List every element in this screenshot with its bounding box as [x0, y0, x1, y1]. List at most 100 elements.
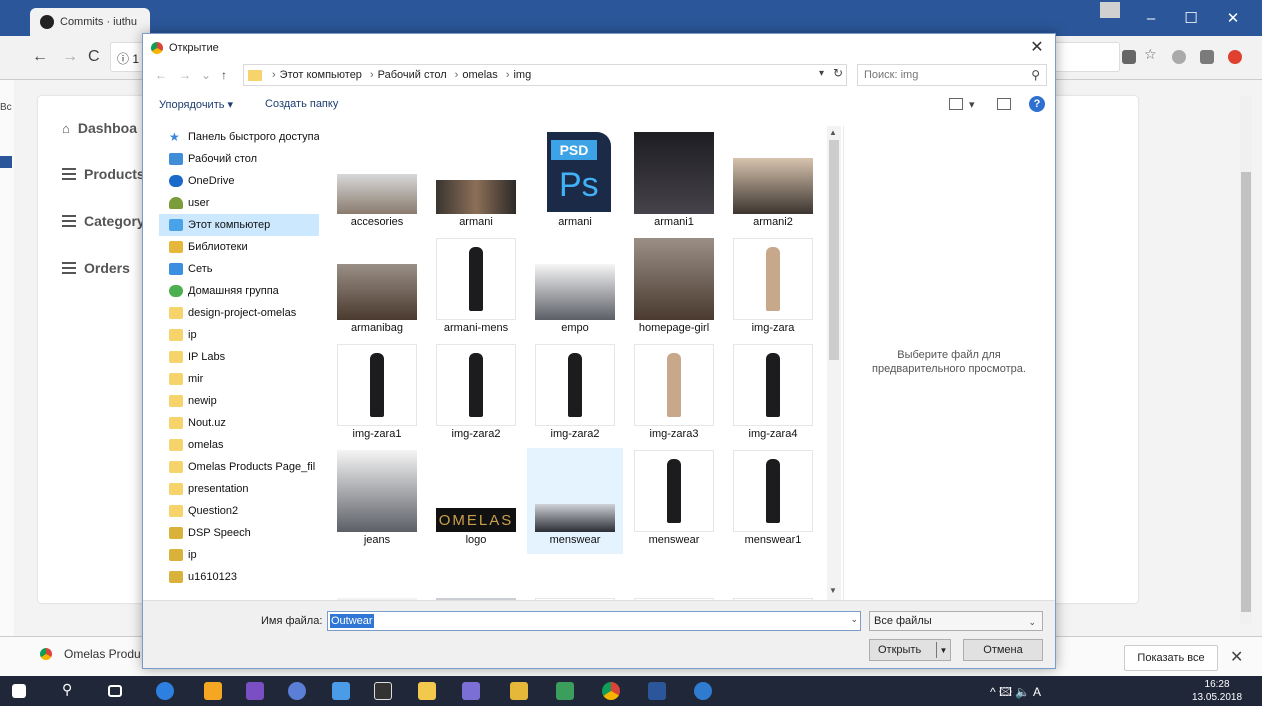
show-all-button[interactable]: Показать все [1124, 645, 1218, 671]
nav-item[interactable]: OneDrive [159, 170, 319, 192]
nav-item[interactable]: Omelas Products Page_fil [159, 456, 319, 478]
search-icon[interactable]: ⚲ [62, 681, 80, 699]
cancel-button[interactable]: Отмена [963, 639, 1043, 661]
forward-icon[interactable]: → [62, 48, 78, 66]
word-icon[interactable] [648, 682, 666, 700]
path-dropdown-icon[interactable]: ▾ [819, 68, 824, 79]
translate-icon[interactable] [1122, 50, 1136, 64]
system-tray[interactable]: ^ 🖾 🔈 A [990, 683, 1041, 704]
back-icon[interactable]: ← [155, 68, 167, 82]
menu-orders[interactable]: Orders [62, 260, 130, 276]
file-scroll-thumb[interactable] [829, 140, 839, 360]
file-item[interactable]: OMELAS logo [428, 448, 524, 554]
file-item[interactable]: img-zara [725, 236, 821, 342]
view-dropdown-icon[interactable]: ▾ [969, 98, 975, 111]
nav-item[interactable]: DSP Speech [159, 522, 319, 544]
nav-item[interactable]: ip [159, 324, 319, 346]
profile-icon[interactable] [1100, 2, 1120, 18]
reload-icon[interactable]: C [88, 48, 100, 66]
back-icon[interactable]: ← [32, 48, 48, 66]
view-mode-icon[interactable] [949, 98, 963, 110]
file-item[interactable]: img-zara2 [428, 342, 524, 448]
nav-item[interactable]: Сеть [159, 258, 319, 280]
file-item[interactable]: img-zara3 [626, 342, 722, 448]
nav-item[interactable]: mir [159, 368, 319, 390]
nav-item[interactable]: Домашняя группа [159, 280, 319, 302]
file-scrollbar[interactable]: ▲ ▼ [827, 126, 841, 600]
help-icon[interactable]: ? [1029, 96, 1045, 112]
file-item[interactable]: armani-mens [428, 236, 524, 342]
sublime-icon[interactable] [204, 682, 222, 700]
open-button[interactable]: Открыть ▼ [869, 639, 951, 661]
organize-button[interactable]: Упорядочить ▾ [159, 98, 233, 111]
nav-item[interactable]: user [159, 192, 319, 214]
file-item[interactable]: menswear [626, 448, 722, 554]
file-item[interactable] [527, 554, 623, 600]
download-item[interactable]: Omelas Produ [40, 647, 141, 661]
close-window-icon[interactable]: ✕ [1210, 0, 1256, 36]
bookmark-star-icon[interactable]: ☆ [1144, 46, 1158, 62]
nav-item[interactable]: ip [159, 544, 319, 566]
close-download-bar-icon[interactable]: ✕ [1230, 647, 1243, 667]
search-input[interactable] [858, 65, 1018, 85]
maximize-icon[interactable]: ☐ [1168, 0, 1214, 36]
dialog-close-icon[interactable]: ✕ [1027, 37, 1047, 57]
nav-item[interactable]: IP Labs [159, 346, 319, 368]
task-view-icon[interactable] [108, 685, 122, 697]
nav-item[interactable]: newip [159, 390, 319, 412]
clock[interactable]: 16:28 13.05.2018 [1192, 678, 1242, 704]
menu-products[interactable]: Products [62, 166, 145, 182]
path-breadcrumb[interactable]: › Этот компьютер › Рабочий стол › omelas… [243, 64, 847, 86]
file-item[interactable]: armani2 [725, 130, 821, 236]
paint-icon[interactable] [332, 682, 350, 700]
refresh-icon[interactable]: ↻ [833, 66, 843, 80]
windows-start-icon[interactable] [12, 684, 26, 698]
file-item[interactable] [626, 554, 722, 600]
nav-item[interactable]: omelas [159, 434, 319, 456]
file-item[interactable]: armanibag [329, 236, 425, 342]
search-box[interactable]: ⚲ [857, 64, 1047, 86]
winrar-icon[interactable] [510, 682, 528, 700]
new-folder-button[interactable]: Создать папку [265, 98, 338, 110]
open-split-dropdown-icon[interactable]: ▼ [936, 642, 950, 658]
recent-dropdown-icon[interactable]: ⌄ [201, 68, 211, 82]
nav-item[interactable]: Nout.uz [159, 412, 319, 434]
path-segment[interactable]: Рабочий стол [378, 69, 447, 81]
file-item[interactable]: img-zara2 [527, 342, 623, 448]
edge-icon[interactable] [156, 682, 174, 700]
filename-field[interactable]: Outwear ⌄ [327, 611, 861, 631]
file-item[interactable] [329, 554, 425, 600]
extension-icon[interactable] [1172, 50, 1186, 64]
file-item[interactable]: img-zara1 [329, 342, 425, 448]
nav-item[interactable]: u1610123 [159, 566, 319, 588]
extension3-icon[interactable] [1228, 50, 1242, 64]
nav-item[interactable]: ★ Панель быстрого доступа [159, 126, 319, 148]
nav-item[interactable]: Этот компьютер [159, 214, 319, 236]
app2-icon[interactable] [462, 682, 480, 700]
preview-pane-icon[interactable] [997, 98, 1011, 110]
app-icon[interactable] [288, 682, 306, 700]
scroll-up-icon[interactable]: ▲ [829, 128, 837, 137]
browser-tab[interactable]: Commits · iuthu [30, 8, 150, 36]
extension2-icon[interactable] [1200, 50, 1214, 64]
menu-dashboard[interactable]: ⌂ Dashboa [62, 120, 137, 136]
chrome-icon[interactable] [602, 682, 620, 700]
file-item[interactable]: armani [428, 130, 524, 236]
filename-value[interactable]: Outwear [330, 614, 374, 628]
vscode-icon[interactable] [246, 682, 264, 700]
menu-category[interactable]: Category [62, 213, 145, 229]
nav-item[interactable]: Question2 [159, 500, 319, 522]
file-item[interactable]: armani1 [626, 130, 722, 236]
file-item[interactable]: img-zara4 [725, 342, 821, 448]
page-scroll-thumb[interactable] [1241, 172, 1251, 612]
path-segment[interactable]: Этот компьютер [280, 69, 362, 81]
file-item[interactable]: PSD Ps armani [527, 130, 623, 236]
file-item[interactable]: accesories [329, 130, 425, 236]
nav-item[interactable]: design-project-omelas [159, 302, 319, 324]
file-item[interactable] [428, 554, 524, 600]
scroll-down-icon[interactable]: ▼ [829, 586, 837, 595]
file-item[interactable]: empo [527, 236, 623, 342]
file-item[interactable]: jeans [329, 448, 425, 554]
filename-dropdown-icon[interactable]: ⌄ [850, 614, 858, 625]
cmd-icon[interactable] [374, 682, 392, 700]
